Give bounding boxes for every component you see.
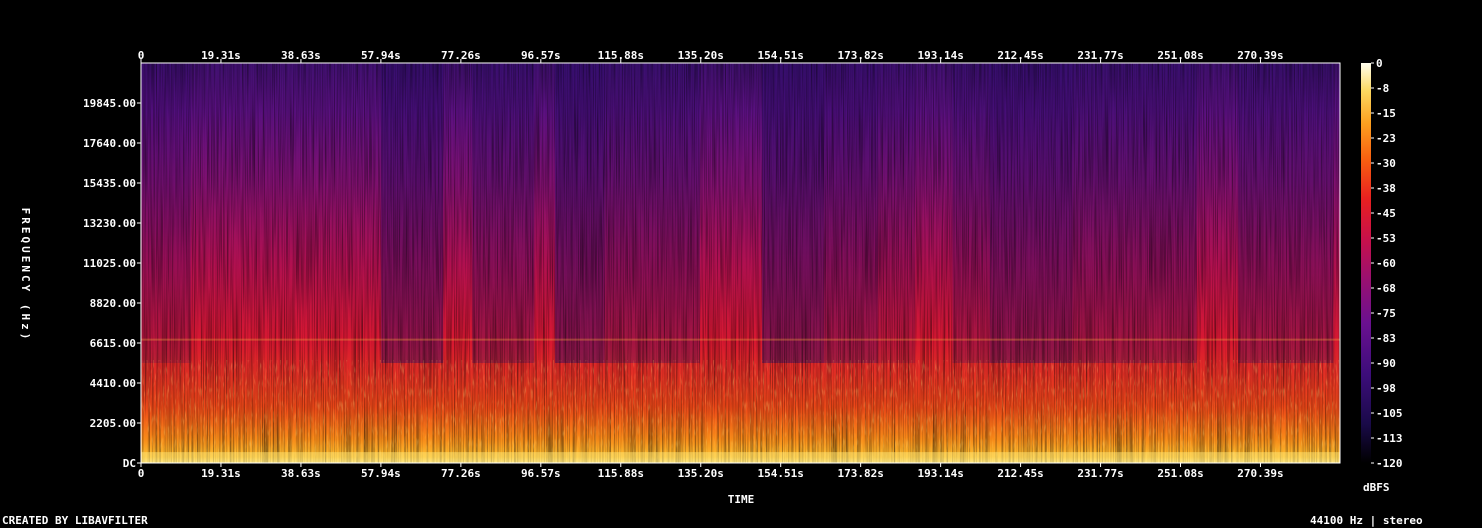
colorbar-tick-label: -60 (1376, 257, 1396, 270)
colorbar-tick-label: -120 (1376, 457, 1403, 470)
x-tick-label-bottom: 135.20s (678, 467, 724, 480)
colorbar-tick-label: -98 (1376, 382, 1396, 395)
colorbar-tick-label: -68 (1376, 282, 1396, 295)
colorbar: 0 -8 -15 -23 -30 -38 -45 -53 -60 -68 -75 -83 -90 -98 -… (1361, 57, 1403, 494)
y-tick-label: 4410.00 (90, 377, 136, 390)
x-tick-label-top: 212.45s (997, 49, 1043, 62)
colorbar-tick-label: -15 (1376, 107, 1396, 120)
colorbar-tick-label: -30 (1376, 157, 1396, 170)
x-tick-label-bottom: 270.39s (1237, 467, 1283, 480)
x-tick-label-top: 0 (138, 49, 145, 62)
harmonic-line (141, 338, 1340, 341)
y-tick-label: 15435.00 (83, 177, 136, 190)
x-tick-label-top: 251.08s (1157, 49, 1203, 62)
x-tick-label-bottom: 173.82s (837, 467, 883, 480)
x-tick-label-bottom: 115.88s (598, 467, 644, 480)
x-tick-label-top: 231.77s (1077, 49, 1123, 62)
y-tick-label: 13230.00 (83, 217, 136, 230)
y-ticks: DC 2205.00 4410.00 6615.00 8820.00 11025.00 13… (83, 97, 141, 470)
x-tick-label-top: 270.39s (1237, 49, 1283, 62)
x-tick-label-bottom: 231.77s (1077, 467, 1123, 480)
format-text: 44100 Hz | stereo (1310, 514, 1423, 527)
x-tick-label-bottom: 0 (138, 467, 145, 480)
colorbar-tick-label: -8 (1376, 82, 1389, 95)
colorbar-tick-label: -90 (1376, 357, 1396, 370)
colorbar-tick-label: -105 (1376, 407, 1403, 420)
spectrogram-plot (141, 63, 1340, 463)
x-tick-label-top: 193.14s (917, 49, 963, 62)
x-tick-label-bottom: 193.14s (917, 467, 963, 480)
y-tick-label: 11025.00 (83, 257, 136, 270)
colorbar-tick-label: -38 (1376, 182, 1396, 195)
y-tick-label: DC (123, 457, 136, 470)
x-tick-label-bottom: 251.08s (1157, 467, 1203, 480)
y-tick-label: 8820.00 (90, 297, 136, 310)
colorbar-tick-label: -23 (1376, 132, 1396, 145)
x-tick-label-bottom: 154.51s (758, 467, 804, 480)
low-frequency-band (141, 452, 1340, 463)
x-tick-label-top: 77.26s (441, 49, 481, 62)
y-tick-label: 6615.00 (90, 337, 136, 350)
x-tick-label-top: 96.57s (521, 49, 561, 62)
colorbar-tick-label: -75 (1376, 307, 1396, 320)
x-axis-title: TIME (728, 493, 755, 506)
spectrogram-chart: 0 19.31s 38.63s 57.94s 77.26s 96.57s 115.88s 13… (19, 49, 1403, 506)
colorbar-tick-label: -45 (1376, 207, 1396, 220)
y-tick-label: 2205.00 (90, 417, 136, 430)
x-tick-label-bottom: 96.57s (521, 467, 561, 480)
x-tick-label-top: 19.31s (201, 49, 241, 62)
x-tick-label-bottom: 77.26s (441, 467, 481, 480)
colorbar-ticks: 0 -8 -15 -23 -30 -38 -45 -53 -60 -68 -75 -83 -90 -98 -… (1371, 57, 1403, 470)
x-tick-label-bottom: 19.31s (201, 467, 241, 480)
x-tick-label-bottom: 38.63s (281, 467, 321, 480)
x-tick-label-top: 154.51s (758, 49, 804, 62)
x-tick-label-top: 57.94s (361, 49, 401, 62)
y-tick-label: 17640.00 (83, 137, 136, 150)
x-ticks-top: 0 19.31s 38.63s 57.94s 77.26s 96.57s 115.88s 13… (138, 49, 1284, 63)
x-ticks-bottom: 0 19.31s 38.63s 57.94s 77.26s 96.57s 115.88s 13… (138, 463, 1284, 480)
credit-text: CREATED BY LIBAVFILTER (2, 514, 148, 527)
colorbar-gradient (1361, 63, 1371, 463)
x-tick-label-top: 173.82s (837, 49, 883, 62)
colorbar-label: dBFS (1363, 481, 1390, 494)
colorbar-tick-label: -53 (1376, 232, 1396, 245)
spectrogram-hot-texture (141, 360, 1340, 463)
y-axis-title: FREQUENCY (Hz) (19, 208, 32, 343)
y-tick-label: 19845.00 (83, 97, 136, 110)
colorbar-tick-label: 0 (1376, 57, 1383, 70)
colorbar-tick-label: -83 (1376, 332, 1396, 345)
x-tick-label-top: 135.20s (678, 49, 724, 62)
x-tick-label-bottom: 212.45s (997, 467, 1043, 480)
x-tick-label-bottom: 57.94s (361, 467, 401, 480)
x-tick-label-top: 115.88s (598, 49, 644, 62)
x-tick-label-top: 38.63s (281, 49, 321, 62)
colorbar-tick-label: -113 (1376, 432, 1403, 445)
